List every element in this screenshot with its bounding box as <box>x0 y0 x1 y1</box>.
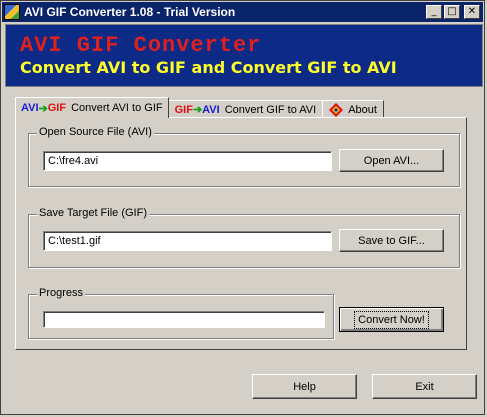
progress-bar <box>43 311 325 328</box>
tab-label: Convert AVI to GIF <box>71 102 163 114</box>
window-title: AVI GIF Converter 1.08 - Trial Version <box>24 5 236 19</box>
banner: AVI GIF Converter Convert AVI to GIF and… <box>5 24 483 87</box>
avi-to-gif-icon: AVI ➔ GIF <box>21 102 66 115</box>
minimize-icon: _ <box>431 6 437 17</box>
tab-icon-left: GIF <box>174 103 193 116</box>
convert-now-button[interactable]: Convert Now! <box>339 307 444 332</box>
tab-icon-right: GIF <box>47 102 67 114</box>
source-group-label: Open Source File (AVI) <box>37 126 154 138</box>
arrow-right-icon: ➔ <box>192 104 203 116</box>
maximize-button[interactable]: □ <box>444 5 460 19</box>
app-icon <box>4 4 20 20</box>
tab-convert-gif-to-avi[interactable]: GIF ➔ AVI Convert GIF to AVI <box>167 100 324 118</box>
tab-label: About <box>348 103 377 116</box>
title-bar[interactable]: AVI GIF Converter 1.08 - Trial Version _… <box>2 2 483 22</box>
target-file-input[interactable]: C:\test1.gif <box>43 231 332 251</box>
help-button[interactable]: Help <box>252 374 357 399</box>
maximize-icon: □ <box>447 6 457 17</box>
tab-about[interactable]: About <box>322 100 384 118</box>
arrow-right-icon: ➔ <box>38 102 48 115</box>
tab-icon-right: AVI <box>202 103 220 116</box>
close-icon: ✕ <box>467 6 477 17</box>
convert-now-label: Convert Now! <box>354 310 429 329</box>
tab-convert-avi-to-gif[interactable]: AVI ➔ GIF Convert AVI to GIF <box>15 97 169 118</box>
banner-subtitle: Convert AVI to GIF and Convert GIF to AV… <box>20 58 397 77</box>
app-window: AVI GIF Converter 1.08 - Trial Version _… <box>0 0 485 415</box>
tab-label: Convert GIF to AVI <box>224 103 317 116</box>
source-file-input[interactable]: C:\fre4.avi <box>43 151 332 171</box>
exit-button[interactable]: Exit <box>372 374 477 399</box>
minimize-button[interactable]: _ <box>426 5 442 19</box>
save-to-gif-button[interactable]: Save to GIF... <box>339 229 444 252</box>
tab-bar: AVI ➔ GIF Convert AVI to GIF GIF ➔ AVI Conve… <box>15 96 384 118</box>
progress-group-label: Progress <box>37 287 86 299</box>
tab-icon-left: AVI <box>21 102 39 114</box>
target-group-label: Save Target File (GIF) <box>37 207 149 219</box>
gif-to-avi-icon: GIF ➔ AVI <box>174 103 220 117</box>
about-icon <box>329 102 344 117</box>
banner-title: AVI GIF Converter <box>20 33 262 58</box>
open-avi-button[interactable]: Open AVI... <box>339 149 444 172</box>
close-button[interactable]: ✕ <box>464 5 480 19</box>
